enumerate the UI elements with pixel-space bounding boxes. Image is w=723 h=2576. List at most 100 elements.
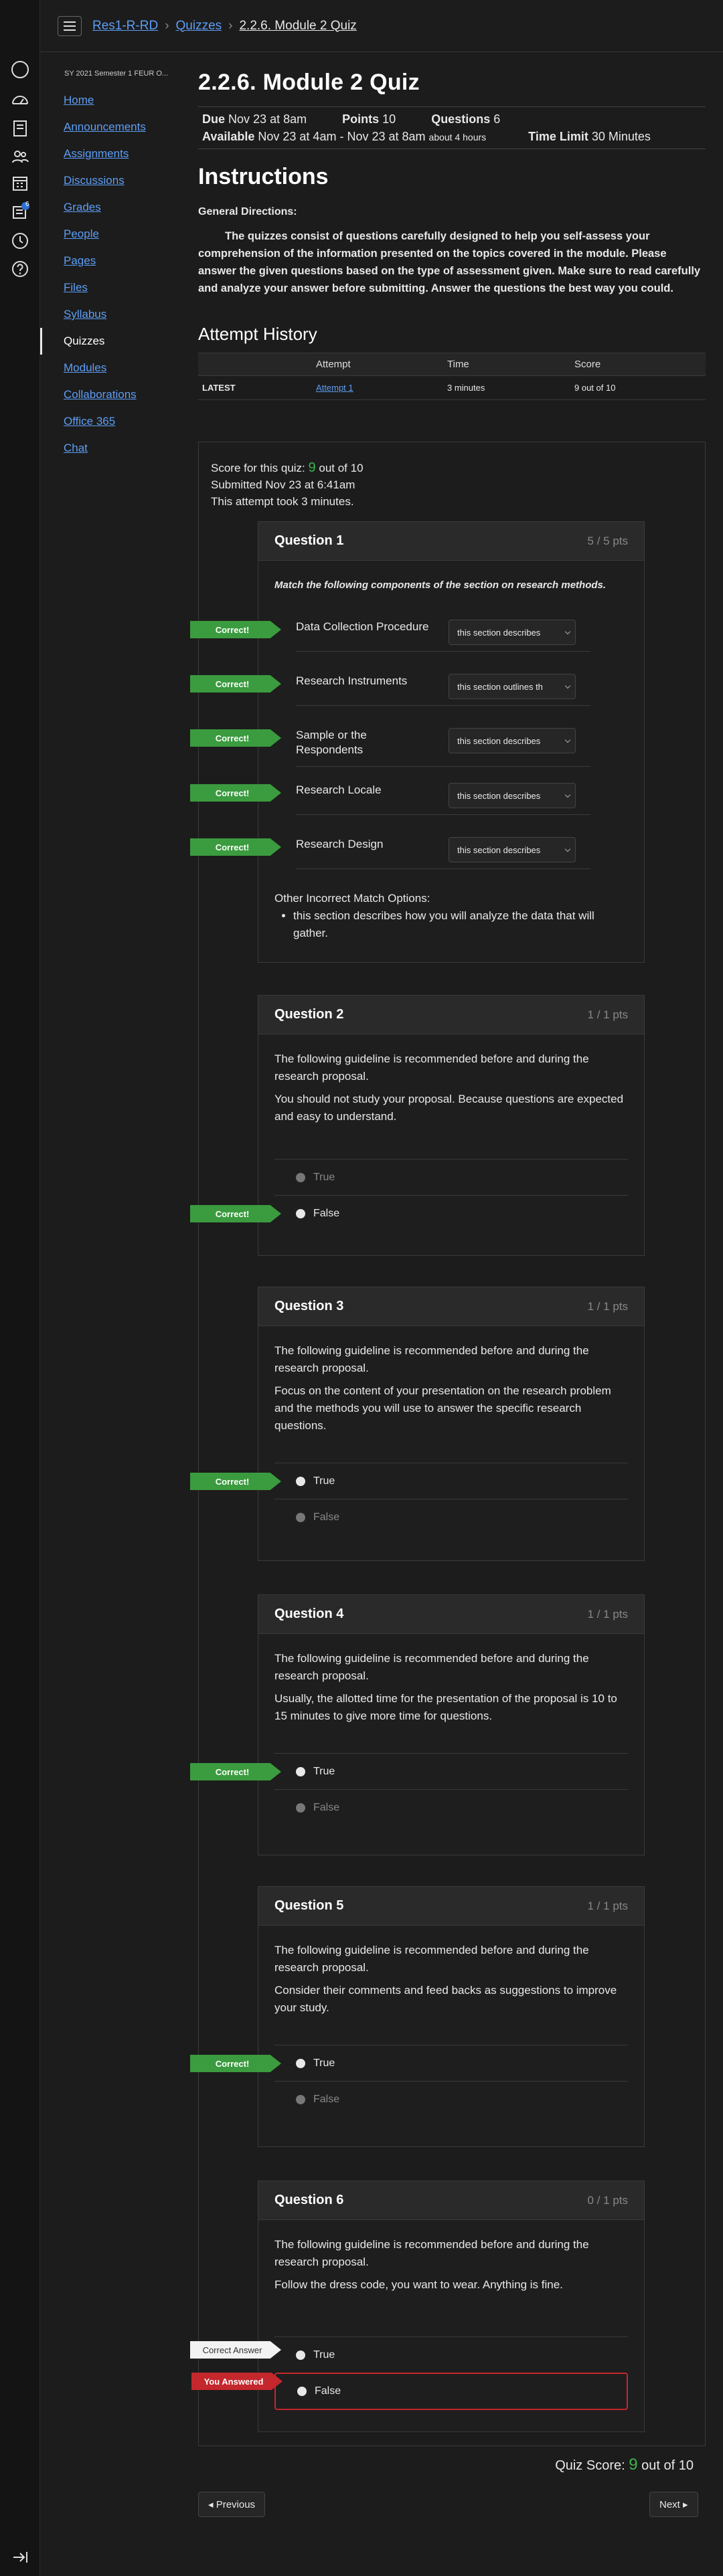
radio-icon [296, 2058, 305, 2068]
question-points: 1 / 1 pts [587, 1299, 628, 1313]
chevron-down-icon [564, 737, 571, 743]
other-options-heading: Other Incorrect Match Options: [274, 892, 430, 905]
answer-label: True [313, 2057, 335, 2069]
match-select-value: this section outlines th [457, 681, 543, 692]
help-icon[interactable] [9, 258, 31, 280]
attempt-history-table: Attempt Time Score LATEST Attempt 1 3 mi… [198, 353, 706, 400]
attempt-duration: This attempt took 3 minutes. [211, 495, 354, 508]
courses-icon[interactable] [9, 118, 31, 139]
other-options: Other Incorrect Match Options: this sect… [274, 890, 623, 942]
answer-option[interactable]: Correct! False [190, 1195, 628, 1231]
course-nav-collaborations[interactable]: Collaborations [40, 381, 187, 408]
collapse-nav-icon[interactable] [9, 2547, 31, 2568]
radio-icon [296, 1476, 305, 1486]
match-row: Correct! Data Collection Procedure this … [190, 612, 628, 652]
dashboard-icon[interactable] [9, 90, 31, 111]
calendar-icon[interactable] [9, 173, 31, 194]
answer-option[interactable]: Correct Answer True [190, 2336, 628, 2373]
chevron-down-icon [564, 682, 571, 689]
directions-text: The quizzes consist of questions careful… [198, 230, 701, 294]
match-select[interactable]: this section describes [449, 783, 576, 808]
inbox-badge: 6 [25, 201, 29, 208]
match-select-value: this section describes [457, 790, 541, 801]
breadcrumb-current: 2.2.6. Module 2 Quiz [239, 18, 357, 33]
submitted-time: Submitted Nov 23 at 6:41am [211, 478, 355, 491]
answer-option[interactable]: False [274, 2081, 628, 2117]
answer-option[interactable]: False [274, 1499, 628, 1535]
breadcrumb-quizzes[interactable]: Quizzes [176, 19, 222, 33]
correct-flag: Correct! [190, 675, 281, 693]
course-nav-quizzes[interactable]: Quizzes [40, 328, 187, 355]
answer-option[interactable]: Correct! True [190, 1753, 628, 1789]
course-nav-home[interactable]: Home [40, 87, 187, 114]
chevron-down-icon [564, 792, 571, 798]
account-icon[interactable] [9, 59, 31, 80]
next-button[interactable]: Next ▸ [649, 2492, 698, 2517]
inbox-icon[interactable]: 6 [9, 201, 31, 222]
match-label: Sample or the Respondents [296, 729, 367, 756]
points-label: Points [342, 112, 380, 126]
breadcrumb: Res1-R-RD › Quizzes › 2.2.6. Module 2 Qu… [40, 0, 723, 52]
answer-option[interactable]: You Answered False [191, 2373, 628, 2410]
correct-flag: Correct! [190, 1205, 281, 1222]
answer-label: True [313, 2349, 335, 2361]
course-nav-assignments[interactable]: Assignments [40, 141, 187, 167]
match-row: Correct! Research Design this section de… [190, 829, 628, 869]
history-icon[interactable] [9, 230, 31, 252]
course-nav-modules[interactable]: Modules [40, 355, 187, 381]
answer-option[interactable]: Correct! True [190, 1463, 628, 1499]
breadcrumb-course[interactable]: Res1-R-RD [92, 19, 158, 33]
answer-option[interactable]: True [274, 1159, 628, 1195]
question-points: 1 / 1 pts [587, 1607, 628, 1621]
course-nav-pages[interactable]: Pages [40, 248, 187, 274]
match-select[interactable]: this section describes [449, 728, 576, 753]
score-value: 9 [308, 460, 316, 475]
course-nav-office-365[interactable]: Office 365 [40, 408, 187, 435]
match-select[interactable]: this section outlines th [449, 674, 576, 699]
question-points: 1 / 1 pts [587, 1008, 628, 1021]
latest-tag: LATEST [198, 375, 312, 400]
questions-value: 6 [493, 112, 501, 126]
question-5: Question 5 1 / 1 pts The following guidel… [190, 1886, 645, 2147]
time-limit-value: 30 Minutes [591, 130, 651, 143]
radio-icon [297, 2387, 307, 2396]
answer-label: True [313, 1475, 335, 1487]
match-select[interactable]: this section describes [449, 837, 576, 862]
radio-icon [296, 1803, 305, 1813]
answer-label: False [313, 1207, 340, 1219]
correct-answer-flag: Correct Answer [190, 2341, 281, 2359]
groups-icon[interactable] [9, 146, 31, 167]
menu-toggle-icon[interactable] [58, 15, 82, 36]
course-nav-people[interactable]: People [40, 221, 187, 248]
correct-flag: Correct! [190, 2055, 281, 2072]
quiz-score-suffix: out of 10 [637, 2458, 694, 2473]
directions-subheading: General Directions: [198, 206, 297, 217]
points-value: 10 [382, 112, 396, 126]
answer-label: True [313, 1171, 335, 1183]
table-header-row: Attempt Time Score [198, 353, 706, 376]
question-text: Consider their comments and feed backs a… [274, 1984, 617, 2014]
answer-label: False [313, 1801, 340, 1813]
breadcrumb-separator-icon: › [165, 18, 169, 33]
page-title: 2.2.6. Module 2 Quiz [198, 70, 420, 95]
answer-option[interactable]: Correct! True [190, 2045, 628, 2081]
radio-icon [296, 1208, 305, 1218]
course-nav-syllabus[interactable]: Syllabus [40, 301, 187, 328]
available-value: Nov 23 at 4am - Nov 23 at 8am [258, 130, 426, 143]
previous-button[interactable]: ◂ Previous [198, 2492, 266, 2517]
radio-icon [296, 1766, 305, 1776]
course-nav-files[interactable]: Files [40, 274, 187, 301]
attempt-link[interactable]: Attempt 1 [316, 383, 353, 393]
question-lead: The following guideline is recommended b… [274, 1052, 589, 1083]
match-select[interactable]: this section describes [449, 620, 576, 645]
course-nav-grades[interactable]: Grades [40, 194, 187, 221]
correct-flag: Correct! [190, 621, 281, 638]
course-nav-chat[interactable]: Chat [40, 435, 187, 462]
question-title: Question 5 [274, 1898, 344, 1913]
course-nav-discussions[interactable]: Discussions [40, 167, 187, 194]
match-select-value: this section describes [457, 627, 541, 638]
course-nav-announcements[interactable]: Announcements [40, 114, 187, 141]
radio-icon [296, 1512, 305, 1522]
answer-option[interactable]: False [274, 1789, 628, 1825]
column-header: Attempt [312, 353, 443, 376]
